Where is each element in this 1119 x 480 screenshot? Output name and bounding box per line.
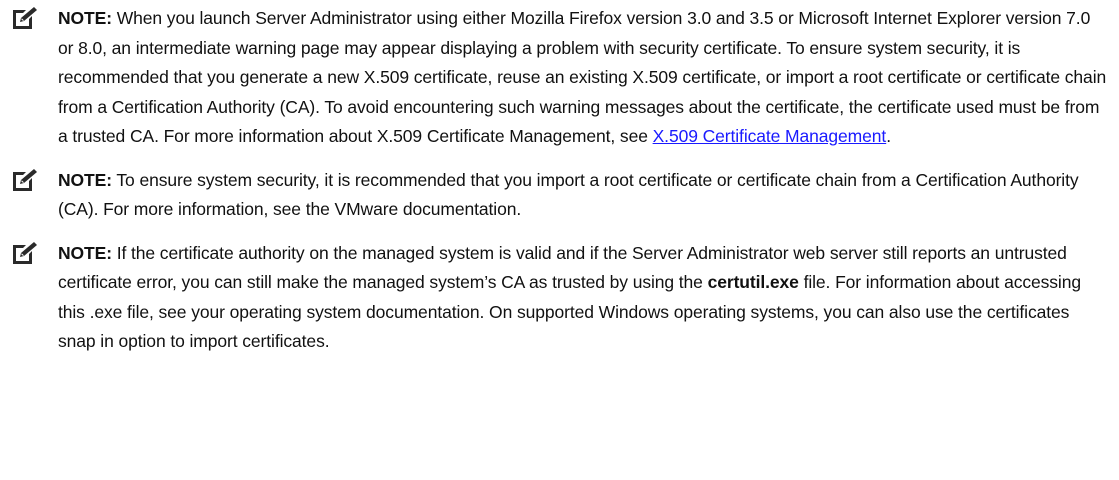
note-1: NOTE: When you launch Server Administrat… — [10, 4, 1109, 152]
note-label: NOTE: — [58, 8, 112, 28]
note-1-text: NOTE: When you launch Server Administrat… — [58, 4, 1109, 152]
note-2-text: NOTE: To ensure system security, it is r… — [58, 166, 1109, 225]
note-label: NOTE: — [58, 169, 112, 190]
note-text: To ensure system security, it is recomme… — [58, 169, 1079, 220]
note-text: When you launch Server Administrator usi… — [58, 8, 1107, 146]
document-page: NOTE: When you launch Server Administrat… — [0, 0, 1119, 480]
note-pencil-icon — [10, 241, 40, 267]
note-pencil-icon — [10, 168, 40, 194]
note-text-end: . — [886, 126, 891, 146]
note-3-text: NOTE: If the certificate authority on th… — [58, 239, 1109, 357]
note-3: NOTE: If the certificate authority on th… — [10, 239, 1109, 357]
x509-certificate-management-link[interactable]: X.509 Certificate Management — [653, 126, 887, 146]
note-label: NOTE: — [58, 242, 112, 263]
note-2: NOTE: To ensure system security, it is r… — [10, 166, 1109, 225]
note-pencil-icon — [10, 6, 40, 32]
certutil-filename: certutil.exe — [707, 272, 799, 292]
